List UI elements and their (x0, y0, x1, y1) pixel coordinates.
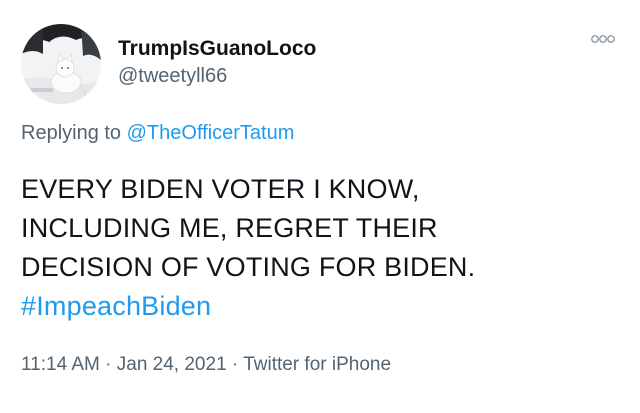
more-options-icon[interactable] (590, 32, 616, 46)
avatar[interactable] (21, 24, 101, 104)
tweet-meta: 11:14 AM · Jan 24, 2021 · Twitter for iP… (21, 354, 391, 376)
hashtag-link[interactable]: #ImpeachBiden (21, 287, 621, 326)
tweet-line: INCLUDING ME, REGRET THEIR (21, 213, 438, 243)
tweet-line: EVERY BIDEN VOTER I KNOW, (21, 174, 420, 204)
tweet-line: DECISION OF VOTING FOR BIDEN. (21, 252, 476, 282)
tweet-date[interactable]: Jan 24, 2021 (117, 354, 227, 375)
ellipsis-icon (591, 35, 615, 43)
replying-to-label: Replying to (21, 122, 127, 144)
meta-separator: · (226, 354, 244, 375)
user-handle[interactable]: @tweetyll66 (118, 65, 227, 88)
reply-mention-link[interactable]: @TheOfficerTatum (127, 122, 295, 144)
meta-separator: · (99, 354, 117, 375)
replying-to: Replying to @TheOfficerTatum (21, 122, 294, 145)
tweet-card: TrumpIsGuanoLoco @tweetyll66 Replying to… (0, 0, 640, 413)
tweet-time[interactable]: 11:14 AM (21, 354, 100, 375)
display-name[interactable]: TrumpIsGuanoLoco (118, 37, 316, 61)
tweet-source[interactable]: Twitter for iPhone (243, 354, 391, 375)
snow-cat-avatar-icon (21, 24, 101, 104)
tweet-text: EVERY BIDEN VOTER I KNOW, INCLUDING ME, … (21, 170, 621, 326)
